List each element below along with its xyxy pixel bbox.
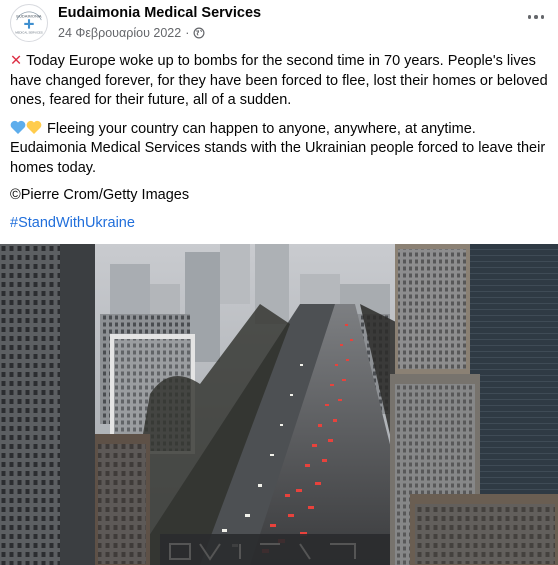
meta-separator: ·	[185, 26, 190, 40]
paragraph-1-line: have changed forever, for they have been…	[10, 72, 548, 89]
paragraph-2-line: Fleeing your country can happen to anyon…	[10, 119, 558, 140]
post-paragraph-1: ✕ Today Europe woke up to bombs for the s…	[10, 52, 558, 111]
hashtag-line: #StandWithUkraine	[10, 214, 558, 234]
page-avatar[interactable]: EUDAIMONIA MEDICAL SERVICES	[10, 4, 48, 42]
paragraph-1-line: ones, feared for their future, all of a …	[10, 92, 292, 108]
globe-icon[interactable]	[193, 27, 205, 39]
hashtag-link[interactable]: #StandWithUkraine	[10, 215, 135, 231]
paragraph-2-line: homes today.	[10, 159, 96, 176]
page-name-link[interactable]: Eudaimonia Medical Services	[58, 5, 261, 21]
post-paragraph-2: Fleeing your country can happen to anyon…	[10, 119, 558, 179]
eudaimonia-logo-icon: EUDAIMONIA MEDICAL SERVICES	[11, 5, 47, 41]
post-meta: 24 Φεβρουαρίου 2022 ·	[58, 26, 205, 40]
post-photo[interactable]	[0, 244, 558, 565]
paragraph-2-line: Eudaimonia Medical Services stands with …	[10, 140, 546, 156]
more-options-icon[interactable]	[522, 6, 550, 28]
red-cross-icon: ✕	[10, 53, 23, 69]
avatar-text-top: EUDAIMONIA	[16, 13, 41, 18]
city-traffic-photo	[0, 244, 558, 565]
photo-credit: ©Pierre Crom/Getty Images	[10, 187, 190, 203]
post-body: ✕ Today Europe woke up to bombs for the s…	[10, 52, 558, 241]
avatar-text-bottom: MEDICAL SERVICES	[15, 30, 43, 34]
blue-yellow-hearts-icon	[10, 120, 42, 134]
post-header: EUDAIMONIA MEDICAL SERVICES Eudaimonia M…	[0, 0, 558, 50]
paragraph-1-line: ✕ Today Europe woke up to bombs for the s…	[10, 53, 536, 69]
post-date[interactable]: 24 Φεβρουαρίου 2022	[58, 26, 181, 40]
copyright-icon: ©	[10, 187, 21, 203]
